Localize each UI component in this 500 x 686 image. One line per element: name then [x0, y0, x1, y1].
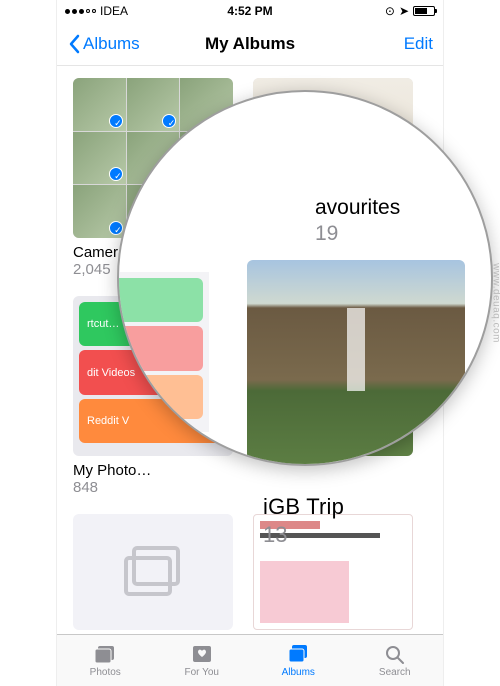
chevron-left-icon [67, 34, 81, 54]
for-you-icon [189, 643, 215, 665]
battery-icon [413, 6, 435, 16]
back-button[interactable]: Albums [67, 34, 140, 54]
tab-label: Albums [282, 667, 315, 678]
tab-photos[interactable]: Photos [57, 635, 154, 686]
tab-label: Photos [90, 667, 121, 678]
alarm-icon: ⊙ [385, 4, 395, 18]
album-placeholder[interactable] [73, 514, 233, 630]
albums-icon [285, 643, 311, 665]
tab-search[interactable]: Search [347, 635, 444, 686]
phone-screen: IDEA 4:52 PM ⊙ ➤ Albums My Albums Edit [57, 0, 443, 686]
magnified-igb-count: 13 [263, 522, 287, 548]
tab-bar: Photos For You Albums Search [57, 634, 443, 686]
magnified-igb-thumbnail[interactable] [247, 260, 465, 466]
magnifier-overlay: avourites 19 [117, 90, 493, 466]
page-title: My Albums [205, 34, 295, 54]
signal-strength-icon [65, 9, 96, 14]
carrier-label: IDEA [100, 4, 128, 18]
search-icon [382, 643, 408, 665]
photos-icon [92, 643, 118, 665]
status-bar: IDEA 4:52 PM ⊙ ➤ [57, 0, 443, 22]
stack-icon [73, 514, 233, 630]
album-name: My Photo… [73, 462, 233, 479]
tab-label: Search [379, 667, 411, 678]
navigation-bar: Albums My Albums Edit [57, 22, 443, 66]
magnified-igb-name: iGB Trip [263, 494, 344, 520]
magnified-favourites-name: avourites [315, 196, 400, 220]
tab-albums[interactable]: Albums [250, 635, 347, 686]
back-label: Albums [83, 34, 140, 54]
location-icon: ➤ [399, 4, 409, 18]
tab-label: For You [185, 667, 219, 678]
tab-for-you[interactable]: For You [154, 635, 251, 686]
watermark: www.deuaq.com [491, 263, 500, 343]
edit-button[interactable]: Edit [404, 34, 433, 54]
magnified-favourites-count: 19 [315, 222, 338, 246]
album-count: 848 [73, 479, 233, 496]
clock: 4:52 PM [227, 4, 272, 18]
